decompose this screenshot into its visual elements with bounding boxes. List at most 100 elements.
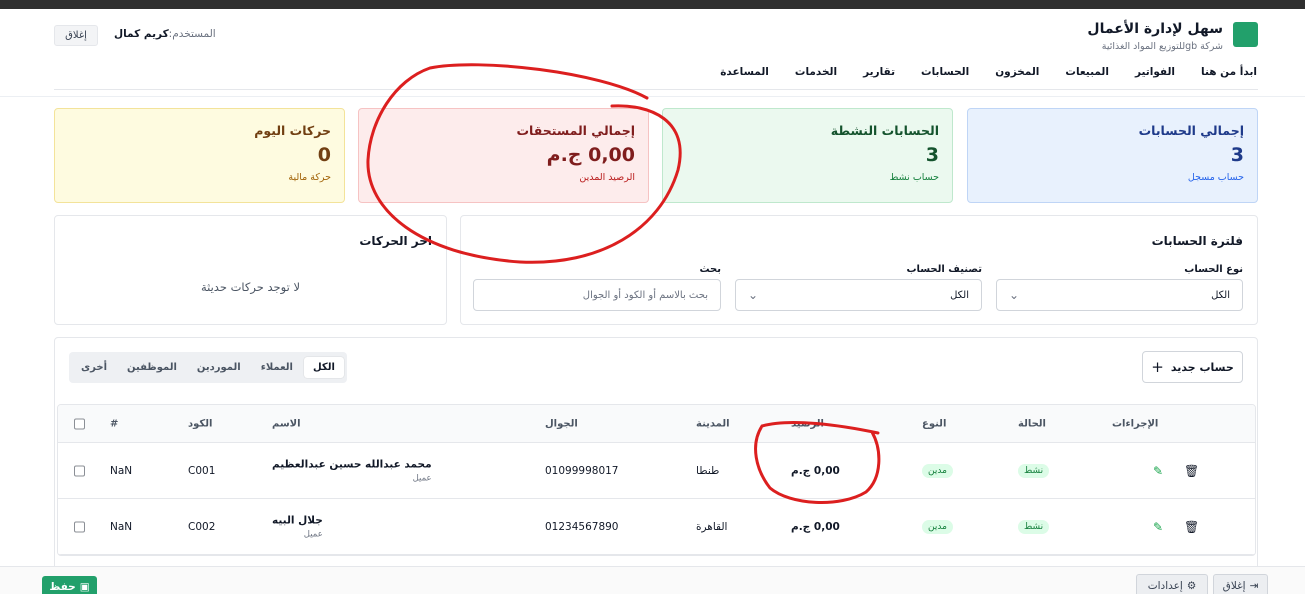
account-type-label: نوع الحساب bbox=[1184, 264, 1243, 275]
stat-title: إجمالي الحسابات bbox=[1138, 123, 1244, 138]
nav-item-help[interactable]: المساعدة bbox=[720, 66, 769, 78]
edit-icon[interactable]: ✎ bbox=[1153, 520, 1163, 534]
stat-value: 0 bbox=[317, 144, 331, 166]
row-name-cell: جلال البيه عميل bbox=[272, 514, 323, 539]
nav-item-services[interactable]: الخدمات bbox=[795, 66, 837, 78]
trash-icon[interactable]: 🗑 bbox=[1184, 464, 1199, 478]
app-logo bbox=[1233, 22, 1258, 47]
status-badge: نشط bbox=[1018, 463, 1050, 478]
header-divider bbox=[0, 96, 1305, 97]
window-top-strip bbox=[0, 0, 1305, 9]
header-close-button[interactable]: إغلاق bbox=[54, 25, 98, 46]
trash-icon[interactable]: 🗑 bbox=[1184, 520, 1199, 534]
table-header: # الكود الاسم الجوال المدينة الرصيد النو… bbox=[58, 405, 1255, 443]
select-all-checkbox[interactable] bbox=[74, 418, 85, 429]
row-name: محمد عبدالله حسين عبدالعظيم bbox=[272, 458, 432, 470]
stat-title: الحسابات النشطة bbox=[830, 123, 939, 138]
stat-value: 3 bbox=[925, 144, 939, 166]
nav-item-sales[interactable]: المبيعات bbox=[1065, 66, 1109, 78]
status-badge: نشط bbox=[1018, 519, 1050, 534]
row-balance: 0,00 ج.م bbox=[791, 520, 840, 533]
new-account-label: حساب جديد bbox=[1170, 360, 1234, 374]
settings-label: إعدادات bbox=[1147, 580, 1183, 592]
search-placeholder: بحث بالاسم أو الكود أو الجوال bbox=[582, 289, 708, 301]
row-name-cell: محمد عبدالله حسين عبدالعظيم عميل bbox=[272, 458, 432, 483]
row-balance: 0,00 ج.م bbox=[791, 464, 840, 477]
floppy-icon: ▣ bbox=[79, 581, 90, 593]
chevron-down-icon: ⌄ bbox=[748, 288, 759, 302]
stat-card-total-accounts: إجمالي الحسابات 3 حساب مسجل bbox=[967, 108, 1258, 203]
filter-panel: فلترة الحسابات نوع الحساب الكل ⌄ تصنيف ا… bbox=[460, 215, 1258, 325]
recent-title: اخر الحركات bbox=[359, 234, 432, 248]
gear-icon: ⚙ bbox=[1186, 580, 1197, 592]
col-actions: الإجراءات bbox=[1112, 418, 1159, 429]
col-city: المدينة bbox=[696, 418, 730, 429]
row-role: عميل bbox=[303, 529, 323, 539]
row-city: القاهرة bbox=[696, 520, 728, 533]
chevron-down-icon: ⌄ bbox=[1009, 288, 1020, 302]
row-code: C001 bbox=[188, 464, 216, 477]
col-phone: الجوال bbox=[545, 418, 578, 429]
stat-title: إجمالي المستحقات bbox=[516, 123, 636, 138]
row-city: طنطا bbox=[696, 464, 720, 477]
empty-state: لا توجد حركات حديثة bbox=[200, 280, 301, 294]
account-type-value: الكل bbox=[1211, 289, 1230, 301]
stat-card-active-accounts: الحسابات النشطة 3 حساب نشط bbox=[662, 108, 953, 203]
recent-transactions-panel: اخر الحركات لا توجد حركات حديثة bbox=[54, 215, 447, 325]
type-badge: مدين bbox=[922, 519, 953, 534]
company-name: شركة gbللتوزيع المواد الغذائية bbox=[1101, 41, 1223, 52]
tab-customers[interactable]: العملاء bbox=[252, 357, 302, 378]
type-badge: مدين bbox=[922, 463, 953, 478]
category-value: الكل bbox=[950, 289, 969, 301]
accounts-panel: حساب جديد + الكل العملاء الموردين الموظف… bbox=[54, 337, 1258, 594]
plus-icon: + bbox=[1151, 358, 1164, 376]
row-checkbox[interactable] bbox=[74, 521, 85, 532]
col-code: الكود bbox=[188, 418, 213, 429]
row-checkbox[interactable] bbox=[74, 465, 85, 476]
current-user: المستخدم:كريم كمال bbox=[114, 28, 216, 40]
close-label: إغلاق bbox=[1222, 580, 1246, 592]
account-tabs: الكل العملاء الموردين الموظفين أخرى bbox=[69, 352, 347, 383]
stat-subtitle: حركة مالية bbox=[288, 172, 331, 183]
table-row[interactable]: NaN C001 محمد عبدالله حسين عبدالعظيم عمي… bbox=[58, 443, 1255, 499]
stat-card-total-receivables: إجمالي المستحقات 0,00 ج.م الرصيد المدين bbox=[358, 108, 649, 203]
stat-value: 3 bbox=[1230, 144, 1244, 166]
col-name: الاسم bbox=[272, 418, 301, 429]
table-row[interactable]: NaN C002 جلال البيه عميل 01234567890 الق… bbox=[58, 499, 1255, 555]
row-role: عميل bbox=[412, 473, 432, 483]
nav-item-reports[interactable]: تقارير bbox=[863, 66, 895, 78]
save-button[interactable]: حفظ ▣ bbox=[42, 576, 97, 594]
app-title: سهل لإدارة الأعمال bbox=[1087, 21, 1223, 37]
nav-item-invoices[interactable]: الفواتير bbox=[1135, 66, 1175, 78]
close-button[interactable]: إغلاق ⇥ bbox=[1213, 574, 1268, 594]
account-type-select[interactable]: الكل ⌄ bbox=[996, 279, 1243, 311]
edit-icon[interactable]: ✎ bbox=[1153, 464, 1163, 478]
tab-employees[interactable]: الموظفين bbox=[118, 357, 186, 378]
tab-other[interactable]: أخرى bbox=[72, 357, 116, 378]
user-label: المستخدم: bbox=[168, 28, 216, 40]
category-select[interactable]: الكل ⌄ bbox=[735, 279, 982, 311]
tab-all[interactable]: الكل bbox=[303, 357, 344, 378]
nav-item-start[interactable]: ابدأ من هنا bbox=[1201, 66, 1257, 78]
stat-subtitle: حساب مسجل bbox=[1187, 172, 1244, 183]
settings-button[interactable]: إعدادات ⚙ bbox=[1136, 574, 1208, 594]
col-type: النوع bbox=[922, 418, 947, 429]
stat-subtitle: حساب نشط bbox=[889, 172, 939, 183]
row-phone: 01099998017 bbox=[545, 464, 619, 477]
save-label: حفظ bbox=[49, 581, 76, 593]
row-name: جلال البيه bbox=[272, 514, 323, 526]
search-label: بحث bbox=[699, 264, 721, 275]
category-label: تصنيف الحساب bbox=[906, 264, 982, 275]
user-name: كريم كمال bbox=[114, 28, 169, 40]
stat-subtitle: الرصيد المدين bbox=[579, 172, 635, 183]
nav-divider bbox=[54, 89, 1258, 90]
filter-title: فلترة الحسابات bbox=[1151, 234, 1243, 248]
exit-arrow-icon: ⇥ bbox=[1249, 580, 1259, 592]
tab-suppliers[interactable]: الموردين bbox=[188, 357, 250, 378]
new-account-button[interactable]: حساب جديد + bbox=[1142, 351, 1243, 383]
row-code: C002 bbox=[188, 520, 216, 533]
nav-item-accounts[interactable]: الحسابات bbox=[921, 66, 969, 78]
col-hash: # bbox=[110, 418, 119, 429]
nav-item-inventory[interactable]: المخزون bbox=[995, 66, 1039, 78]
search-input[interactable]: بحث بالاسم أو الكود أو الجوال bbox=[473, 279, 721, 311]
